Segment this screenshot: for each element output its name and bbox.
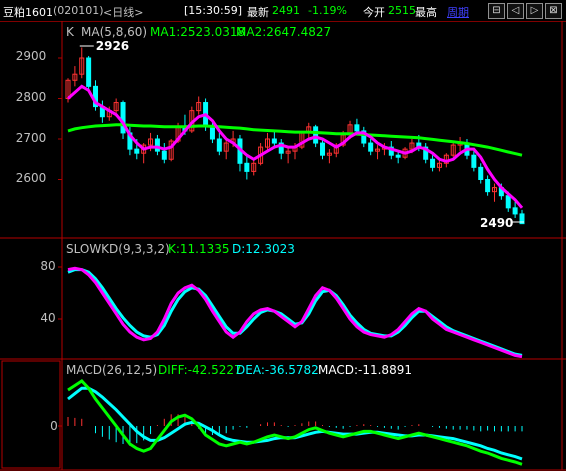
chart-area[interactable]: K MA(5,8,60) MA1:2523.0318 MA2:2647.4827… [0,21,566,471]
candle-body [430,158,436,168]
kd-axis-tick: 80 [40,259,55,273]
dea-value: DEA:-36.5782 [236,363,319,377]
candle-body [354,124,360,132]
high-price-marker: 2926 [96,39,129,53]
candle-body [478,166,484,181]
macd-panel-title: MACD(26,12,5) [66,363,157,377]
macd-panel[interactable] [67,379,523,466]
macd-value: MACD:-11.8891 [318,363,412,377]
k-value: K:11.1335 [168,242,230,256]
price-axis-tick: 2900 [16,49,47,63]
cycle-button[interactable]: 周期 [447,4,469,20]
kd-axis-tick: 40 [40,311,55,325]
candle-body [313,126,319,144]
candle-body [244,162,250,172]
candle-body [154,138,160,152]
latest-price: 2491 [272,4,300,17]
low-price-marker: 2490 [480,216,513,230]
candle-body [134,148,140,154]
instrument-name: 豆粕1601 [3,6,53,19]
candle-body [512,207,518,215]
k-line [67,266,523,359]
minimize-icon[interactable]: ⊟ [488,3,505,19]
price-panel[interactable] [65,45,525,225]
next-icon[interactable]: ▷ [526,3,543,19]
ma2-value: MA2:2647.4827 [236,25,331,39]
clock-time: [15:30:59] [184,4,242,17]
candle-body [161,150,167,160]
ma-params: MA(5,8,60) [81,25,147,39]
macd-selection-box [1,360,61,469]
candle-body [485,179,491,193]
diff-line [67,379,523,466]
d-value: D:12.3023 [232,242,295,256]
prev-icon[interactable]: ◁ [507,3,524,19]
candle-body [395,154,401,158]
open-price: 2515 [388,4,416,17]
candle-body [86,57,92,87]
candle-body [505,195,511,209]
ma5-line [67,84,524,209]
d-line [67,268,523,357]
title-bar: 豆粕1601 (020101) <日线> [15:30:59] 最新 2491 … [0,0,566,22]
ma1-value: MA1:2523.0318 [150,25,245,39]
period-label[interactable]: <日线> [103,4,143,20]
candle-body [216,138,222,152]
price-panel-title: K [66,25,75,39]
price-axis-tick: 2600 [16,171,47,185]
candle-body [471,154,477,168]
latest-label: 最新 [247,6,269,19]
open-label: 今开 [363,6,385,19]
change-percent: -1.19% [308,4,347,17]
kd-panel[interactable] [67,266,523,359]
macd-axis-tick: 0 [50,419,58,433]
candle-body [368,142,374,152]
close-icon[interactable]: ⊠ [545,3,562,19]
instrument-code: (020101) [53,4,104,17]
candle-body [320,142,326,156]
candle-body [271,138,277,144]
price-axis-tick: 2800 [16,90,47,104]
diff-value: DIFF:-42.5227 [158,363,242,377]
kd-panel-title: SLOWKD(9,3,3,2) [66,242,170,256]
high-label: 最高 [415,6,437,19]
candle-body [209,126,215,140]
price-axis-tick: 2700 [16,131,47,145]
